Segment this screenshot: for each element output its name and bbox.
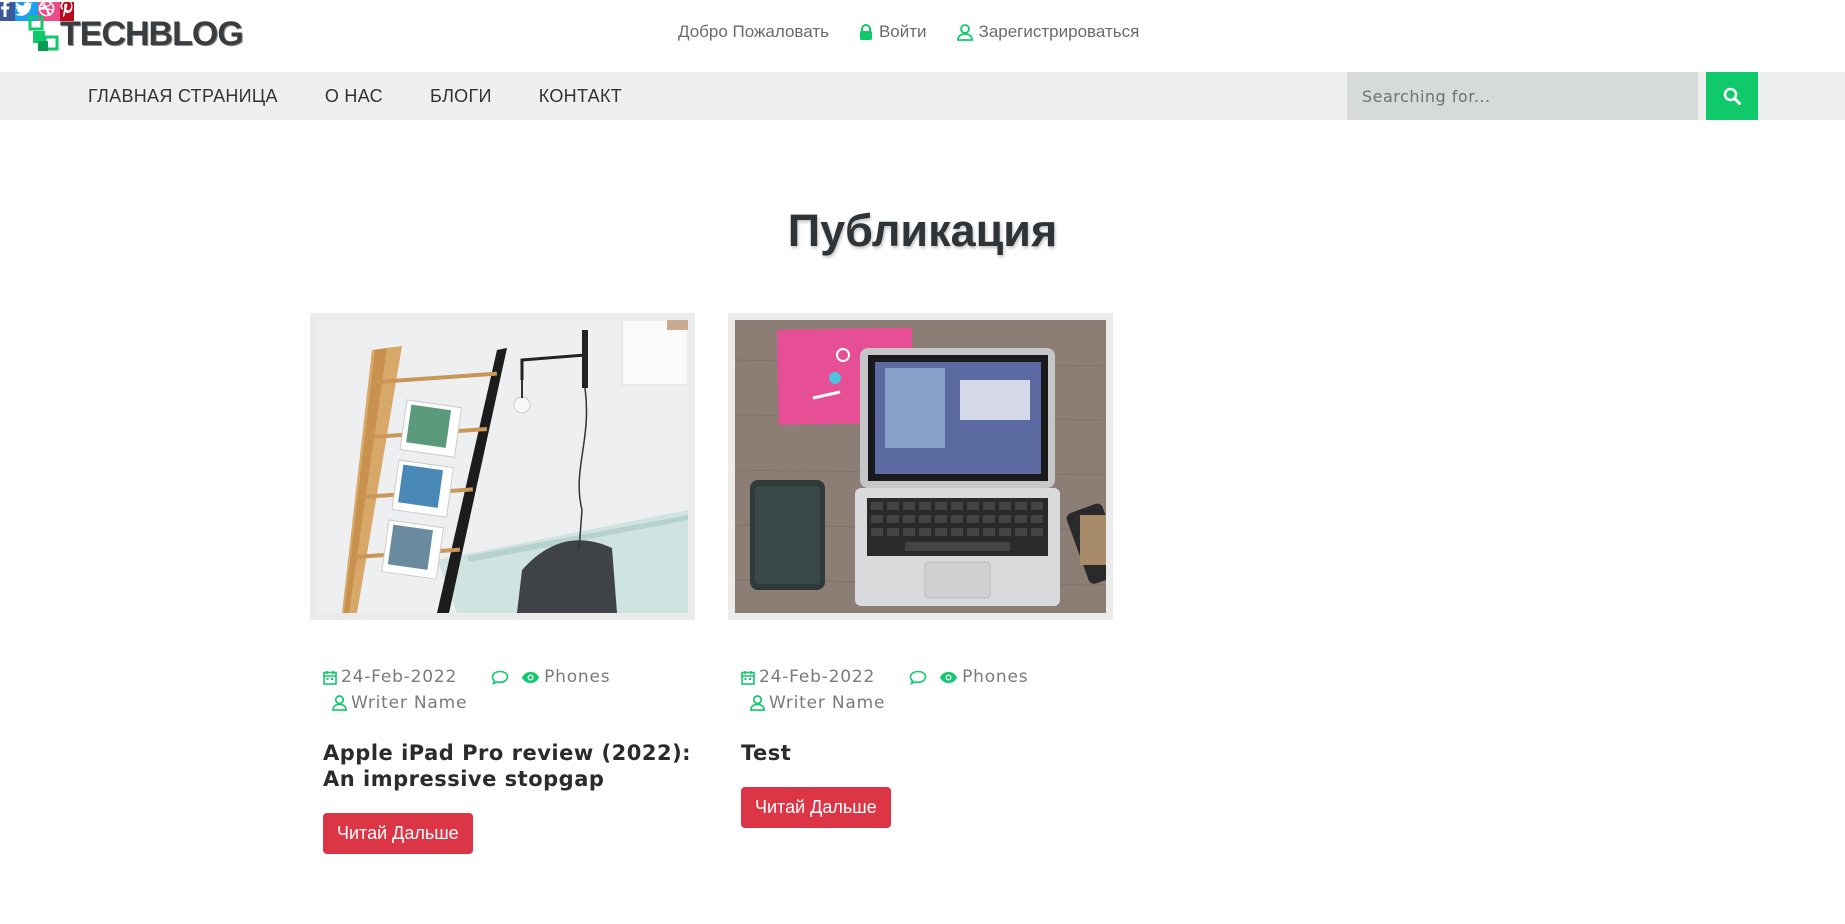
read-more-button[interactable]: Читай Дальше <box>323 813 473 854</box>
menu-item-blogs[interactable]: БЛОГИ <box>430 86 492 107</box>
post-meta: 24-Feb-2022 Phones Writer Name <box>728 664 1113 716</box>
post-card: 24-Feb-2022 Phones Writer Name Apple iPa… <box>310 313 695 854</box>
brand-logo[interactable]: TECHBLOG <box>28 14 244 54</box>
post-date: 24-Feb-2022 <box>341 667 458 687</box>
post-author[interactable]: Writer Name <box>351 690 467 716</box>
post-image-laptop-desk <box>735 320 1106 613</box>
eye-icon <box>939 671 958 684</box>
eye-icon <box>521 671 540 684</box>
register-label: Зарегистрироваться <box>978 22 1140 41</box>
read-more-button[interactable]: Читай Дальше <box>741 787 891 828</box>
page-title: Публикация <box>787 205 1058 256</box>
post-author[interactable]: Writer Name <box>769 690 885 716</box>
post-category[interactable]: Phones <box>962 664 1028 690</box>
top-bar: TECHBLOG Добро Пожаловать Войти Зарегист… <box>0 0 1845 72</box>
calendar-icon <box>323 670 337 685</box>
comment-icon[interactable] <box>909 670 927 685</box>
post-date: 24-Feb-2022 <box>759 667 876 687</box>
welcome-label: Добро Пожаловать <box>678 22 829 41</box>
menu-item-contact[interactable]: КОНТАКТ <box>539 86 622 107</box>
search-icon <box>1723 87 1741 105</box>
welcome-text: Добро Пожаловать <box>678 22 829 42</box>
post-image-ladder-shelf <box>317 320 688 613</box>
user-icon <box>956 23 973 41</box>
calendar-icon <box>741 670 755 685</box>
register-link[interactable]: Зарегистрироваться <box>956 22 1140 42</box>
lock-icon <box>859 24 872 40</box>
brand-name: TECHBLOG <box>60 14 244 53</box>
menu-item-home[interactable]: ГЛАВНАЯ СТРАНИЦА <box>88 86 278 107</box>
post-title[interactable]: Test <box>728 740 1113 766</box>
comment-icon[interactable] <box>491 670 509 685</box>
social-links <box>0 0 1845 21</box>
login-label: Войти <box>878 22 927 41</box>
top-navigation: Добро Пожаловать Войти Зарегистрироватьс… <box>678 22 1169 42</box>
login-link[interactable]: Войти <box>859 22 927 42</box>
search-input[interactable] <box>1347 72 1698 120</box>
facebook-icon[interactable] <box>0 0 16 21</box>
author-icon <box>332 695 347 711</box>
post-image-frame[interactable] <box>728 313 1113 620</box>
menu-item-about[interactable]: О НАС <box>325 86 383 107</box>
main-menu: ГЛАВНАЯ СТРАНИЦА О НАС БЛОГИ КОНТАКТ <box>88 72 669 120</box>
post-category[interactable]: Phones <box>544 664 610 690</box>
search-button[interactable] <box>1706 72 1758 120</box>
post-image-frame[interactable] <box>310 313 695 620</box>
author-icon <box>750 695 765 711</box>
post-title[interactable]: Apple iPad Pro review (2022): An impress… <box>310 740 695 792</box>
post-meta: 24-Feb-2022 Phones Writer Name <box>310 664 695 716</box>
logo-cubes-icon <box>28 15 59 51</box>
post-card: 24-Feb-2022 Phones Writer Name Test Чита… <box>728 313 1113 828</box>
